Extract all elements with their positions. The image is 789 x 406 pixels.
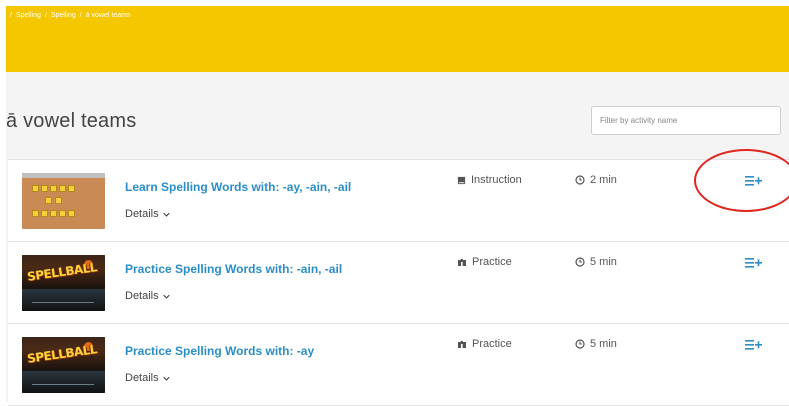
activity-duration-label: 5 min xyxy=(590,256,617,268)
activity-type-label: Instruction xyxy=(471,174,522,186)
add-to-playlist-button[interactable] xyxy=(744,339,764,353)
activity-duration-label: 2 min xyxy=(590,174,617,186)
activity-type: Practice xyxy=(457,256,512,268)
chevron-down-icon xyxy=(162,376,170,381)
activity-duration-label: 5 min xyxy=(590,338,617,350)
details-toggle[interactable]: Details xyxy=(125,208,170,220)
header-banner: / Spelling / Spelling / ā vowel teams xyxy=(6,6,789,72)
breadcrumb-current: ā vowel teams xyxy=(85,12,131,19)
clock-icon xyxy=(575,257,585,267)
breadcrumb-link-1[interactable]: Spelling xyxy=(16,12,41,19)
activity-type-label: Practice xyxy=(472,338,512,350)
activity-list: Learn Spelling Words with: -ay, -ain, -a… xyxy=(8,159,789,406)
book-icon xyxy=(457,176,466,184)
page-title: ā vowel teams xyxy=(6,110,137,132)
activity-row: SPELLBALL Practice Spelling Words with: … xyxy=(8,242,789,324)
activity-duration: 5 min xyxy=(575,256,617,268)
activity-type: Practice xyxy=(457,338,512,350)
clock-icon xyxy=(575,339,585,349)
details-label: Details xyxy=(125,372,159,384)
add-to-playlist-button[interactable] xyxy=(744,175,764,189)
activity-type: Instruction xyxy=(457,174,522,186)
activity-type-label: Practice xyxy=(472,256,512,268)
details-label: Details xyxy=(125,290,159,302)
add-to-playlist-button[interactable] xyxy=(744,257,764,271)
breadcrumb: / Spelling / Spelling / ā vowel teams xyxy=(10,12,131,19)
details-toggle[interactable]: Details xyxy=(125,290,170,302)
puzzle-icon xyxy=(458,258,466,266)
details-toggle[interactable]: Details xyxy=(125,372,170,384)
activity-thumbnail[interactable] xyxy=(22,173,105,229)
details-label: Details xyxy=(125,208,159,220)
activity-duration: 2 min xyxy=(575,174,617,186)
activity-duration: 5 min xyxy=(575,338,617,350)
activity-thumbnail[interactable]: SPELLBALL xyxy=(22,255,105,311)
activity-title-link[interactable]: Practice Spelling Words with: -ain, -ail xyxy=(125,262,342,276)
add-to-playlist-icon xyxy=(745,340,762,350)
activity-row: Learn Spelling Words with: -ay, -ain, -a… xyxy=(8,160,789,242)
activity-title-link[interactable]: Practice Spelling Words with: -ay xyxy=(125,344,314,358)
puzzle-icon xyxy=(458,340,466,348)
activity-row: SPELLBALL Practice Spelling Words with: … xyxy=(8,324,789,406)
filter-activity-input[interactable] xyxy=(591,106,781,135)
clock-icon xyxy=(575,175,585,185)
chevron-down-icon xyxy=(162,294,170,299)
activity-thumbnail[interactable]: SPELLBALL xyxy=(22,337,105,393)
add-to-playlist-icon xyxy=(745,176,762,186)
activity-title-link[interactable]: Learn Spelling Words with: -ay, -ain, -a… xyxy=(125,180,351,194)
breadcrumb-link-2[interactable]: Spelling xyxy=(51,12,76,19)
add-to-playlist-icon xyxy=(745,258,762,268)
chevron-down-icon xyxy=(162,212,170,217)
